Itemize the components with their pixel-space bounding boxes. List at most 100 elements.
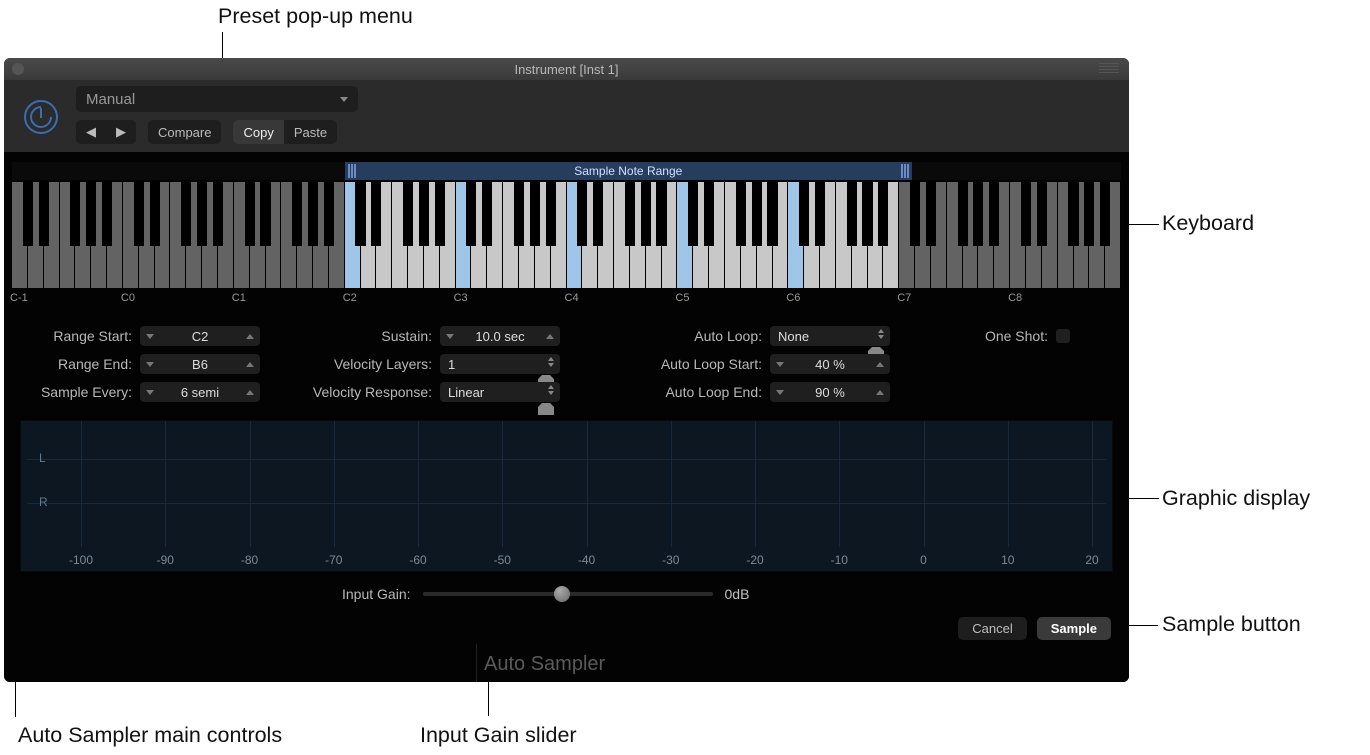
note-label: C6: [786, 292, 800, 304]
db-gridline: [839, 421, 840, 547]
black-key[interactable]: [593, 182, 603, 246]
black-key[interactable]: [926, 182, 936, 246]
one-shot-checkbox[interactable]: [1056, 329, 1070, 343]
black-key[interactable]: [134, 182, 144, 246]
black-key[interactable]: [1068, 182, 1078, 246]
sustain-row: Sustain: 10.0 sec: [280, 326, 560, 346]
black-key[interactable]: [530, 182, 540, 246]
footer-divider: [476, 644, 477, 682]
note-label: C2: [343, 292, 357, 304]
slider-thumb[interactable]: [554, 586, 570, 602]
prev-preset-button[interactable]: ◀: [76, 120, 106, 144]
black-key[interactable]: [736, 182, 746, 246]
black-key[interactable]: [435, 182, 445, 246]
vel-layers-dropdown[interactable]: 1: [440, 354, 560, 374]
note-label: C5: [675, 292, 689, 304]
black-key[interactable]: [625, 182, 635, 246]
black-key[interactable]: [910, 182, 920, 246]
db-gridline: [671, 421, 672, 547]
black-key[interactable]: [799, 182, 809, 246]
black-key[interactable]: [260, 182, 270, 246]
black-key[interactable]: [245, 182, 255, 246]
range-end-label: Range End:: [58, 356, 132, 372]
plugin-window: Instrument [Inst 1] Manual ◀ ▶ Compare C…: [4, 58, 1129, 682]
black-key[interactable]: [704, 182, 714, 246]
black-key[interactable]: [815, 182, 825, 246]
db-tick-label: -40: [578, 553, 595, 567]
black-key[interactable]: [577, 182, 587, 246]
black-key[interactable]: [1021, 182, 1031, 246]
sample-button[interactable]: Sample: [1037, 617, 1111, 640]
sustain-label: Sustain:: [381, 328, 432, 344]
black-key[interactable]: [324, 182, 334, 246]
black-key[interactable]: [23, 182, 33, 246]
paste-button[interactable]: Paste: [284, 120, 337, 144]
db-gridline: [1092, 421, 1093, 547]
black-key[interactable]: [973, 182, 983, 246]
note-label: C4: [565, 292, 579, 304]
black-key[interactable]: [546, 182, 556, 246]
auto-loop-start-stepper[interactable]: 40 %: [770, 354, 890, 374]
auto-loop-end-stepper[interactable]: 90 %: [770, 382, 890, 402]
black-key[interactable]: [847, 182, 857, 246]
black-key[interactable]: [292, 182, 302, 246]
compare-button[interactable]: Compare: [148, 120, 221, 144]
db-gridline: [418, 421, 419, 547]
black-key[interactable]: [308, 182, 318, 246]
black-key[interactable]: [403, 182, 413, 246]
black-key[interactable]: [1037, 182, 1047, 246]
black-key[interactable]: [482, 182, 492, 246]
next-preset-button[interactable]: ▶: [106, 120, 136, 144]
close-icon[interactable]: [12, 63, 24, 75]
cancel-button[interactable]: Cancel: [958, 617, 1026, 640]
black-key[interactable]: [70, 182, 80, 246]
vel-layers-value: 1: [448, 357, 455, 372]
range-start-stepper[interactable]: C2: [140, 326, 260, 346]
vel-resp-dropdown[interactable]: Linear: [440, 382, 560, 402]
black-key[interactable]: [466, 182, 476, 246]
black-key[interactable]: [1100, 182, 1110, 246]
black-key[interactable]: [958, 182, 968, 246]
keyboard-section: Sample Note Range C-1C0C1C2C3C4C5C6C7C8: [12, 162, 1121, 308]
black-key[interactable]: [355, 182, 365, 246]
drag-handle-icon[interactable]: [1099, 63, 1119, 73]
input-gain-value: 0dB: [725, 586, 750, 602]
black-key[interactable]: [688, 182, 698, 246]
db-tick-label: -100: [69, 553, 93, 567]
range-end-stepper[interactable]: B6: [140, 354, 260, 374]
note-label: C0: [121, 292, 135, 304]
sample-every-stepper[interactable]: 6 semi: [140, 382, 260, 402]
auto-loop-dropdown[interactable]: None: [770, 326, 890, 346]
black-key[interactable]: [656, 182, 666, 246]
black-key[interactable]: [989, 182, 999, 246]
black-key[interactable]: [213, 182, 223, 246]
black-key[interactable]: [752, 182, 762, 246]
black-key[interactable]: [1084, 182, 1094, 246]
black-key[interactable]: [641, 182, 651, 246]
note-label: C-1: [10, 292, 28, 304]
black-key[interactable]: [39, 182, 49, 246]
black-key[interactable]: [878, 182, 888, 246]
black-key[interactable]: [862, 182, 872, 246]
black-key[interactable]: [767, 182, 777, 246]
black-key[interactable]: [86, 182, 96, 246]
black-key[interactable]: [419, 182, 429, 246]
black-key[interactable]: [514, 182, 524, 246]
sustain-stepper[interactable]: 10.0 sec: [440, 326, 560, 346]
preset-popup-menu[interactable]: Manual: [76, 86, 358, 112]
black-key[interactable]: [150, 182, 160, 246]
auto-loop-start-row: Auto Loop Start: 40 %: [580, 354, 890, 374]
black-key[interactable]: [102, 182, 112, 246]
plugin-name-label: Auto Sampler: [484, 653, 605, 676]
black-key[interactable]: [181, 182, 191, 246]
callout-main-controls: Auto Sampler main controls: [18, 723, 282, 748]
black-key[interactable]: [197, 182, 207, 246]
power-button[interactable]: [24, 100, 58, 134]
callout-keyboard: Keyboard: [1162, 211, 1254, 236]
copy-button[interactable]: Copy: [233, 120, 283, 144]
sample-range-handle[interactable]: Sample Note Range: [345, 162, 912, 180]
input-gain-slider[interactable]: [423, 592, 713, 596]
black-key[interactable]: [371, 182, 381, 246]
db-tick-label: -80: [241, 553, 258, 567]
keyboard[interactable]: [12, 182, 1121, 288]
